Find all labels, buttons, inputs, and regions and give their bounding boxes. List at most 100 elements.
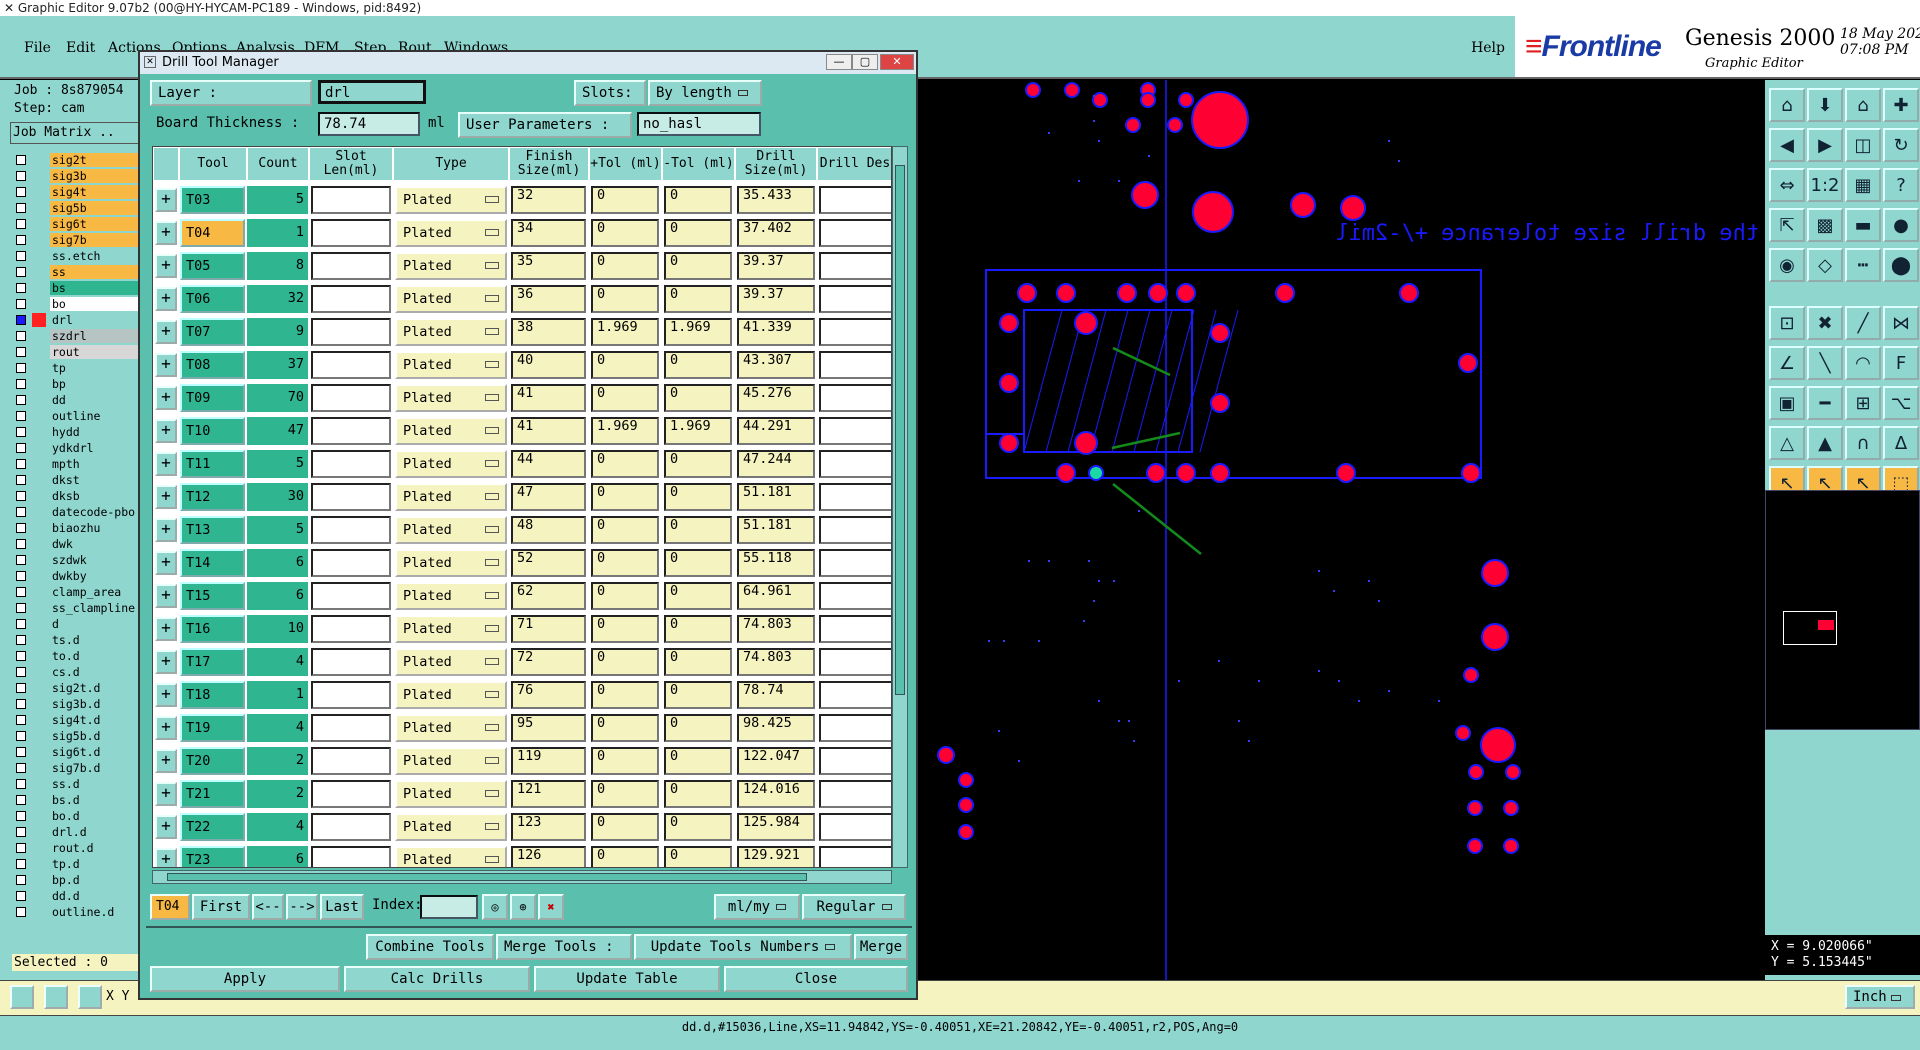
job-matrix-button[interactable]: Job Matrix ..	[10, 122, 140, 144]
tool-cell[interactable]: T16	[180, 615, 245, 643]
tool-cell[interactable]: T08	[180, 351, 245, 379]
measure-icon[interactable]: ▬	[1845, 208, 1881, 242]
expand-icon[interactable]: +	[155, 254, 177, 278]
fit-icon[interactable]: ✚	[1883, 88, 1919, 122]
layer-checkbox[interactable]	[16, 395, 26, 405]
slot-length-input[interactable]	[311, 516, 391, 544]
text-icon[interactable]: F	[1883, 346, 1919, 380]
plus-tol-input[interactable]: 0	[591, 186, 659, 214]
finish-size-input[interactable]: 34	[511, 219, 586, 247]
drill-des-input[interactable]	[819, 417, 891, 445]
layer-row[interactable]: ss.d	[14, 777, 146, 791]
layer-row[interactable]: bs	[14, 281, 146, 295]
layer-checkbox[interactable]	[16, 747, 26, 757]
pad-icon[interactable]: ▣	[1769, 386, 1805, 420]
arc-icon[interactable]: ◠	[1845, 346, 1881, 380]
type-dropdown[interactable]: Plated	[395, 813, 507, 841]
slot-length-input[interactable]	[311, 747, 391, 775]
expand-icon[interactable]: +	[155, 617, 177, 641]
expand-icon[interactable]: +	[155, 221, 177, 245]
slot-length-input[interactable]	[311, 549, 391, 577]
plus-tol-input[interactable]: 0	[591, 516, 659, 544]
slot-length-input[interactable]	[311, 318, 391, 346]
layer-row[interactable]: tp	[14, 361, 146, 375]
minus-tol-input[interactable]: 0	[664, 747, 732, 775]
slash-icon[interactable]: ╲	[1807, 346, 1843, 380]
type-dropdown[interactable]: Plated	[395, 582, 507, 610]
mode-dropdown[interactable]: Regular	[802, 894, 906, 920]
table-row[interactable]: + T08 37 Plated 40 0 0 43.307	[153, 348, 891, 381]
tool-cell[interactable]: T20	[180, 747, 245, 775]
layer-row[interactable]: hydd	[14, 425, 146, 439]
drill-size-input[interactable]: 45.276	[737, 384, 815, 412]
layer-checkbox[interactable]	[16, 587, 26, 597]
type-dropdown[interactable]: Plated	[395, 615, 507, 643]
layer-row[interactable]: sig4t.d	[14, 713, 146, 727]
drill-des-input[interactable]	[819, 219, 891, 247]
layer-checkbox[interactable]	[16, 427, 26, 437]
slot-length-input[interactable]	[311, 483, 391, 511]
layer-row[interactable]: bp.d	[14, 873, 146, 887]
table-row[interactable]: + T07 9 Plated 38 1.969 1.969 41.339	[153, 315, 891, 348]
table-row[interactable]: + T22 4 Plated 123 0 0 125.984	[153, 810, 891, 843]
pan-left-icon[interactable]: ◀	[1769, 128, 1805, 162]
plus-tol-input[interactable]: 0	[591, 615, 659, 643]
layer-checkbox[interactable]	[16, 475, 26, 485]
table-row[interactable]: + T03 5 Plated 32 0 0 35.433	[153, 183, 891, 216]
drill-des-input[interactable]	[819, 714, 891, 742]
layer-row[interactable]: bo.d	[14, 809, 146, 823]
pan-right-icon[interactable]: ▶	[1807, 128, 1843, 162]
layer-checkbox[interactable]	[16, 315, 26, 325]
drill-des-input[interactable]	[819, 747, 891, 775]
layer-checkbox[interactable]	[16, 507, 26, 517]
type-dropdown[interactable]: Plated	[395, 417, 507, 445]
menu-edit[interactable]: Edit	[66, 40, 95, 56]
layer-checkbox[interactable]	[16, 555, 26, 565]
units-selector[interactable]: Inch	[1845, 985, 1915, 1009]
layer-row[interactable]: to.d	[14, 649, 146, 663]
refresh-icon[interactable]: ⊕	[510, 894, 536, 920]
finish-size-input[interactable]: 38	[511, 318, 586, 346]
table-row[interactable]: + T19 4 Plated 95 0 0 98.425	[153, 711, 891, 744]
drill-des-input[interactable]	[819, 516, 891, 544]
plus-tol-input[interactable]: 0	[591, 813, 659, 841]
type-dropdown[interactable]: Plated	[395, 384, 507, 412]
first-button[interactable]: First	[192, 894, 250, 920]
layer-checkbox[interactable]	[16, 363, 26, 373]
tool-cell[interactable]: T17	[180, 648, 245, 676]
expand-icon[interactable]: +	[155, 716, 177, 740]
finish-size-input[interactable]: 41	[511, 417, 586, 445]
drill-size-input[interactable]: 51.181	[737, 483, 815, 511]
finish-size-input[interactable]: 121	[511, 780, 586, 808]
expand-icon[interactable]: +	[155, 485, 177, 509]
expand-icon[interactable]: +	[155, 551, 177, 575]
expand-icon[interactable]: +	[155, 749, 177, 773]
delta-icon[interactable]: Δ	[1883, 426, 1919, 460]
arrow-up-icon[interactable]: ▲	[1807, 426, 1843, 460]
menu-help[interactable]: Help	[1471, 40, 1505, 56]
layer-checkbox[interactable]	[16, 171, 26, 181]
table-row[interactable]: + T09 70 Plated 41 0 0 45.276	[153, 381, 891, 414]
layer-checkbox[interactable]	[16, 715, 26, 725]
help-icon[interactable]: ?	[1883, 168, 1919, 202]
minus-tol-input[interactable]: 0	[664, 813, 732, 841]
expand-icon[interactable]: +	[155, 287, 177, 311]
node-icon[interactable]: ⊡	[1769, 306, 1805, 340]
layer-checkbox[interactable]	[16, 443, 26, 453]
finish-size-input[interactable]: 126	[511, 846, 586, 867]
finish-size-input[interactable]: 36	[511, 285, 586, 313]
drill-size-input[interactable]: 74.803	[737, 648, 815, 676]
table-vscrollbar[interactable]	[892, 146, 908, 868]
polygon-icon[interactable]: ◇	[1807, 248, 1843, 282]
drill-des-input[interactable]	[819, 285, 891, 313]
layer-checkbox[interactable]	[16, 331, 26, 341]
layer-checkbox[interactable]	[16, 683, 26, 693]
drill-des-input[interactable]	[819, 582, 891, 610]
layer-row[interactable]: ss_clampline	[14, 601, 146, 615]
hscroll-thumb[interactable]	[167, 873, 807, 881]
drill-des-input[interactable]	[819, 813, 891, 841]
board-view[interactable]: Please keep the drill size tolerance +/-…	[918, 80, 1765, 980]
table-row[interactable]: + T13 5 Plated 48 0 0 51.181	[153, 513, 891, 546]
layer-row[interactable]: sig5b	[14, 201, 146, 215]
minus-tol-input[interactable]: 0	[664, 549, 732, 577]
